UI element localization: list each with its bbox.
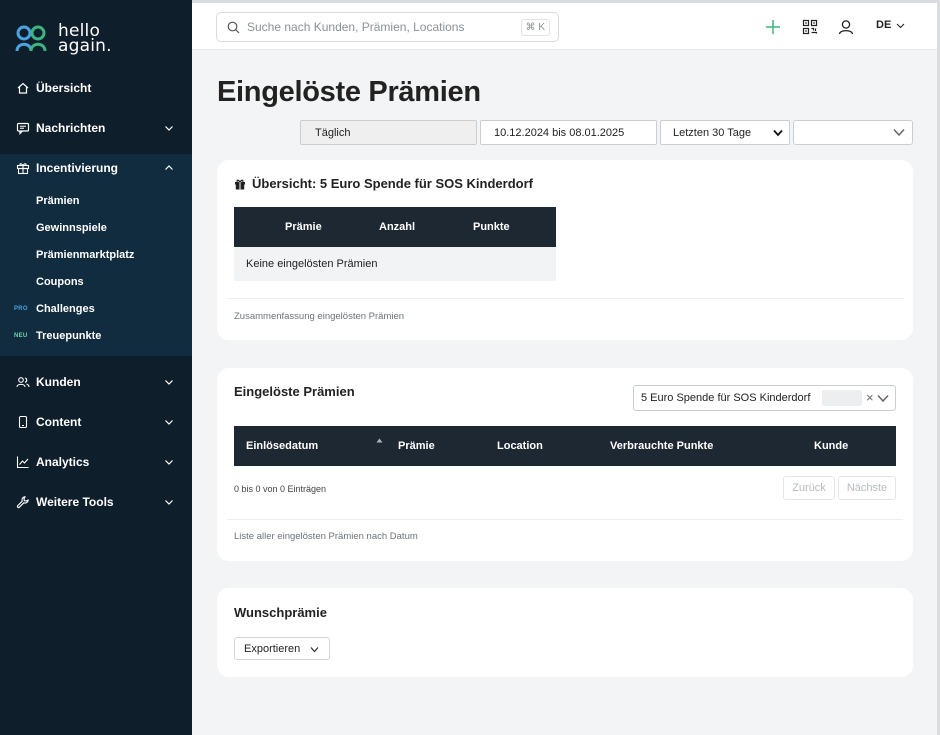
search-input[interactable] — [247, 20, 517, 34]
sidebar-item-label: Incentivierung — [36, 161, 119, 175]
column-header-praemie[interactable]: Prämie — [398, 440, 435, 452]
table-row: Keine eingelösten Prämien — [234, 247, 556, 281]
sidebar-item-label: Weitere Tools — [36, 495, 114, 509]
chevron-down-icon — [896, 23, 905, 28]
date-range-input[interactable]: 10.12.2024 bis 08.01.2025 — [480, 120, 657, 145]
brand-line2: again. — [58, 36, 112, 56]
wish-card-title: Wunschprämie — [234, 605, 327, 620]
period-select-value: Letzten 30 Tage — [673, 126, 752, 139]
pro-badge: PRO — [14, 306, 28, 312]
column-header-praemie[interactable]: Prämie — [285, 221, 322, 233]
sidebar-item-kunden[interactable]: Kunden — [0, 362, 192, 402]
reward-select-value: 5 Euro Spende für SOS Kinderdorf — [641, 392, 811, 404]
redeemed-table-header: Einlösedatum Prämie Location Verbrauchte… — [234, 426, 896, 466]
logo-icon — [15, 25, 47, 52]
redeemed-card-title: Eingelöste Prämien — [234, 384, 355, 399]
divider — [227, 519, 903, 520]
language-switcher[interactable]: DE — [876, 19, 905, 31]
overview-card-footer: Zusammenfassung eingelösten Prämien — [234, 311, 405, 322]
qr-code-icon[interactable] — [801, 18, 819, 36]
sidebar-item-analytics[interactable]: Analytics — [0, 442, 192, 482]
chevron-down-icon — [310, 647, 319, 653]
column-header-verbrauchte-punkte[interactable]: Verbrauchte Punkte — [610, 440, 713, 452]
redeemed-rewards-card: Eingelöste Prämien 5 Euro Spende für SOS… — [217, 368, 913, 561]
export-button-label: Exportieren — [244, 642, 301, 655]
sidebar-item-nachrichten[interactable]: Nachrichten — [0, 108, 192, 148]
next-page-button[interactable]: Nächste — [838, 476, 896, 500]
users-icon — [16, 375, 30, 389]
main-content: Eingelöste Prämien Täglich 10.12.2024 bi… — [192, 50, 940, 735]
sidebar-subitem-praemien[interactable]: Prämien — [36, 195, 79, 207]
sidebar-item-label: Content — [36, 415, 82, 429]
search-shortcut: ⌘ K — [520, 19, 550, 36]
sidebar-item-label: Analytics — [36, 455, 90, 469]
overview-card-title: Übersicht: 5 Euro Spende für SOS Kinderd… — [234, 176, 533, 191]
sidebar-item-weitere-tools[interactable]: Weitere Tools — [0, 482, 192, 522]
phone-icon — [16, 415, 30, 429]
entries-info: 0 bis 0 von 0 Einträgen — [234, 484, 327, 494]
column-header-punkte[interactable]: Punkte — [473, 221, 510, 233]
column-header-location[interactable]: Location — [497, 440, 543, 452]
brand-logo[interactable]: hello again. — [14, 23, 112, 56]
wrench-icon — [16, 495, 30, 509]
chevron-down-icon — [164, 376, 174, 386]
sidebar-item-label: Übersicht — [36, 81, 92, 95]
search-icon — [227, 21, 240, 33]
gift-icon — [16, 161, 30, 175]
interval-button[interactable]: Täglich — [300, 120, 477, 145]
sidebar-subitem-praemienmarktplatz[interactable]: Prämienmarktplatz — [36, 249, 134, 261]
previous-page-button[interactable]: Zurück — [783, 476, 835, 500]
reward-select[interactable]: 5 Euro Spende für SOS Kinderdorf × — [633, 385, 896, 411]
chevron-up-icon — [164, 162, 174, 172]
chevron-down-icon — [893, 128, 905, 137]
chart-icon — [16, 455, 30, 469]
overview-card: Übersicht: 5 Euro Spende für SOS Kinderd… — [217, 160, 913, 340]
clear-icon[interactable]: × — [866, 390, 874, 405]
sidebar-item-content[interactable]: Content — [0, 402, 192, 442]
new-badge: NEU — [14, 333, 28, 339]
column-header-einloesedatum[interactable]: Einlösedatum — [246, 440, 318, 452]
chevron-down-icon — [164, 122, 174, 132]
sidebar-item-incentivierung[interactable]: Incentivierung — [0, 148, 192, 188]
sort-up-icon[interactable] — [376, 438, 383, 443]
chevron-down-icon — [164, 496, 174, 506]
sidebar-subitem-treuepunkte[interactable]: Treuepunkte — [36, 330, 101, 342]
home-icon — [16, 81, 30, 95]
sidebar-item-uebersicht[interactable]: Übersicht — [0, 68, 192, 108]
sidebar-subitem-coupons[interactable]: Coupons — [36, 276, 84, 288]
sidebar-subitem-gewinnspiele[interactable]: Gewinnspiele — [36, 222, 107, 234]
page-title: Eingelöste Prämien — [217, 76, 481, 108]
sidebar-item-label: Kunden — [36, 375, 81, 389]
sidebar: hello again. Übersicht Nachrichten Incen… — [0, 0, 192, 735]
search-box[interactable]: ⌘ K — [216, 12, 559, 42]
chevron-down-icon — [773, 129, 783, 137]
sidebar-item-label: Nachrichten — [36, 121, 106, 135]
plus-icon[interactable] — [764, 18, 782, 36]
chevron-down-icon — [877, 394, 889, 403]
gift-icon — [235, 179, 245, 189]
sidebar-subitem-challenges[interactable]: Challenges — [36, 303, 95, 315]
message-icon — [16, 121, 30, 135]
redeemed-card-footer: Liste aller eingelösten Prämien nach Dat… — [234, 531, 418, 542]
chevron-down-icon — [164, 416, 174, 426]
overview-table-header: Prämie Anzahl Punkte — [234, 207, 556, 247]
column-header-anzahl[interactable]: Anzahl — [379, 221, 415, 233]
overview-card-title-text: Übersicht: 5 Euro Spende für SOS Kinderd… — [252, 176, 533, 191]
column-header-kunde[interactable]: Kunde — [814, 440, 848, 452]
extra-filter-select[interactable] — [793, 120, 913, 145]
wish-reward-card: Wunschprämie Exportieren — [217, 588, 913, 677]
user-icon[interactable] — [837, 18, 855, 36]
language-label: DE — [876, 19, 892, 31]
empty-message: Keine eingelösten Prämien — [246, 258, 378, 270]
divider — [227, 298, 903, 299]
select-placeholder-pill — [822, 390, 862, 406]
topbar: ⌘ K DE — [192, 0, 940, 50]
export-button[interactable]: Exportieren — [234, 637, 330, 660]
chevron-down-icon — [164, 456, 174, 466]
period-select[interactable]: Letzten 30 Tage — [660, 120, 790, 145]
